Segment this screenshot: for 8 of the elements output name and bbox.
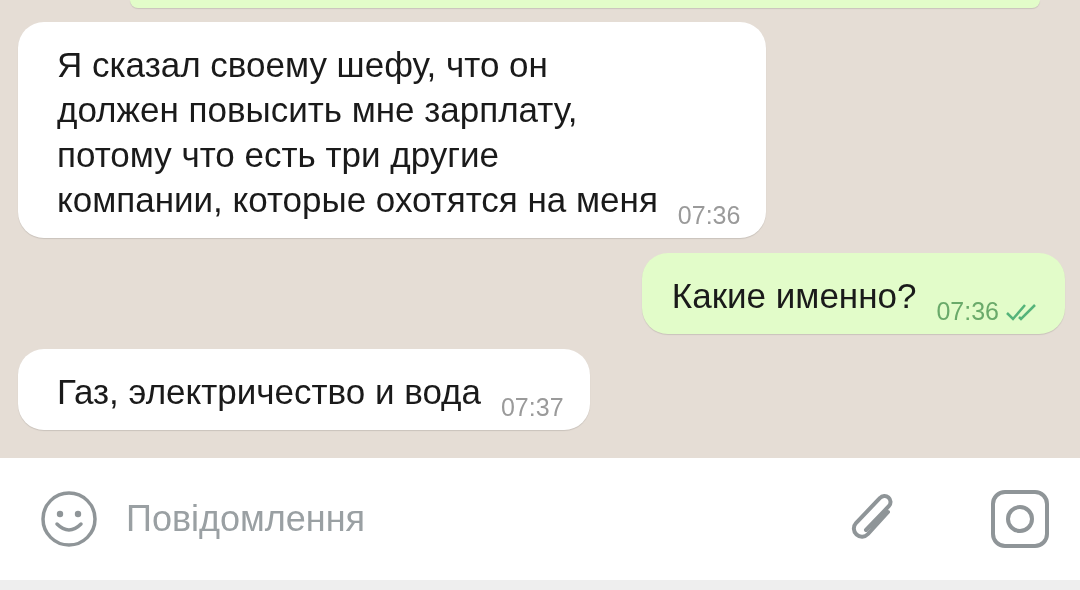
message-time: 07:37 bbox=[500, 393, 564, 422]
message-text: Какие именно? bbox=[671, 275, 917, 317]
message-time: 07:36 bbox=[677, 201, 741, 230]
camera-icon[interactable] bbox=[990, 489, 1050, 549]
message-text: Газ, электричество и вода bbox=[57, 371, 481, 413]
message-time: 07:36 bbox=[936, 297, 999, 326]
message-text: Я сказал своему шефу, что он должен повысить мне зарплату, потому что есть три другие компании, которые охотятся на меня bbox=[57, 44, 658, 221]
emoji-icon[interactable] bbox=[40, 490, 98, 548]
